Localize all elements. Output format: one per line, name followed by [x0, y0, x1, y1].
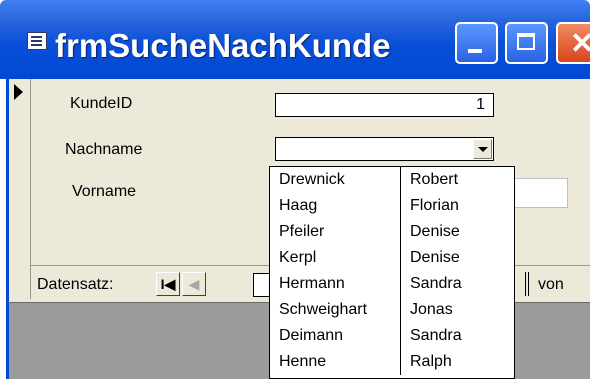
close-button[interactable]: ✕ — [556, 22, 590, 64]
maximize-icon — [517, 33, 535, 50]
dropdown-nachname-cell: Pfeiler — [270, 219, 401, 245]
dropdown-vorname-cell: Robert — [410, 171, 459, 188]
access-form-window: frmSucheNachKunde ✕ KundeID 1 Nachname V… — [0, 0, 590, 379]
dropdown-nachname-cell: Kerpl — [270, 245, 401, 271]
dropdown-vorname-cell: Sandra — [410, 275, 462, 292]
combobox-dropdown-button[interactable] — [473, 139, 492, 159]
chevron-down-icon — [478, 147, 488, 152]
vorname-label: Vorname — [72, 183, 137, 200]
minimize-icon — [468, 49, 482, 53]
previous-record-icon: ◀ — [188, 276, 200, 292]
dropdown-row[interactable]: Schweighart Jonas — [270, 297, 510, 323]
dropdown-nachname-cell: Haag — [270, 193, 401, 219]
dropdown-vorname-cell: Denise — [410, 223, 460, 240]
nachname-dropdown-list[interactable]: Drewnick Robert Haag Florian Pfeiler Denise Ke… — [269, 166, 515, 379]
dropdown-nachname-cell: Henne — [270, 349, 401, 375]
dropdown-vorname-cell: Ralph — [410, 353, 452, 370]
dropdown-row[interactable]: Hermann Sandra — [270, 271, 510, 297]
first-record-icon: I◀ — [160, 276, 176, 292]
dropdown-row[interactable]: Haag Florian — [270, 193, 510, 219]
previous-record-button[interactable]: ◀ — [182, 272, 206, 296]
record-number-field[interactable] — [253, 273, 269, 297]
dropdown-vorname-cell: Florian — [410, 197, 459, 214]
nachname-combobox[interactable] — [275, 137, 494, 161]
window-title: frmSucheNachKunde — [55, 27, 391, 64]
record-of-label: von — [538, 276, 564, 293]
navigation-divider — [525, 272, 529, 296]
dropdown-row[interactable]: Kerpl Denise — [270, 245, 510, 271]
dropdown-table: Drewnick Robert Haag Florian Pfeiler Denise Ke… — [270, 167, 510, 375]
dropdown-vorname-cell: Denise — [410, 249, 460, 266]
dropdown-nachname-cell: Drewnick — [270, 167, 401, 193]
first-record-button[interactable]: I◀ — [156, 272, 180, 296]
dropdown-nachname-cell: Hermann — [270, 271, 401, 297]
dropdown-vorname-cell: Jonas — [410, 301, 453, 318]
maximize-button[interactable] — [505, 22, 548, 64]
dropdown-vorname-cell: Sandra — [410, 327, 462, 344]
current-record-arrow-icon — [14, 84, 23, 100]
form-icon[interactable] — [27, 32, 47, 50]
record-label: Datensatz: — [37, 276, 114, 293]
dropdown-row[interactable]: Henne Ralph — [270, 349, 510, 375]
dropdown-row[interactable]: Deimann Sandra — [270, 323, 510, 349]
close-icon: ✕ — [570, 28, 590, 60]
kundeid-field[interactable]: 1 — [275, 93, 494, 117]
kundeid-label: KundeID — [70, 95, 133, 112]
dropdown-nachname-cell: Deimann — [270, 323, 401, 349]
minimize-button[interactable] — [455, 22, 498, 64]
dropdown-row[interactable]: Drewnick Robert — [270, 167, 510, 193]
vorname-field[interactable] — [513, 178, 568, 208]
dropdown-nachname-cell: Schweighart — [270, 297, 401, 323]
nachname-label: Nachname — [65, 141, 143, 158]
title-bar[interactable]: frmSucheNachKunde ✕ — [0, 0, 590, 79]
record-selector[interactable] — [9, 79, 31, 299]
dropdown-row[interactable]: Pfeiler Denise — [270, 219, 510, 245]
